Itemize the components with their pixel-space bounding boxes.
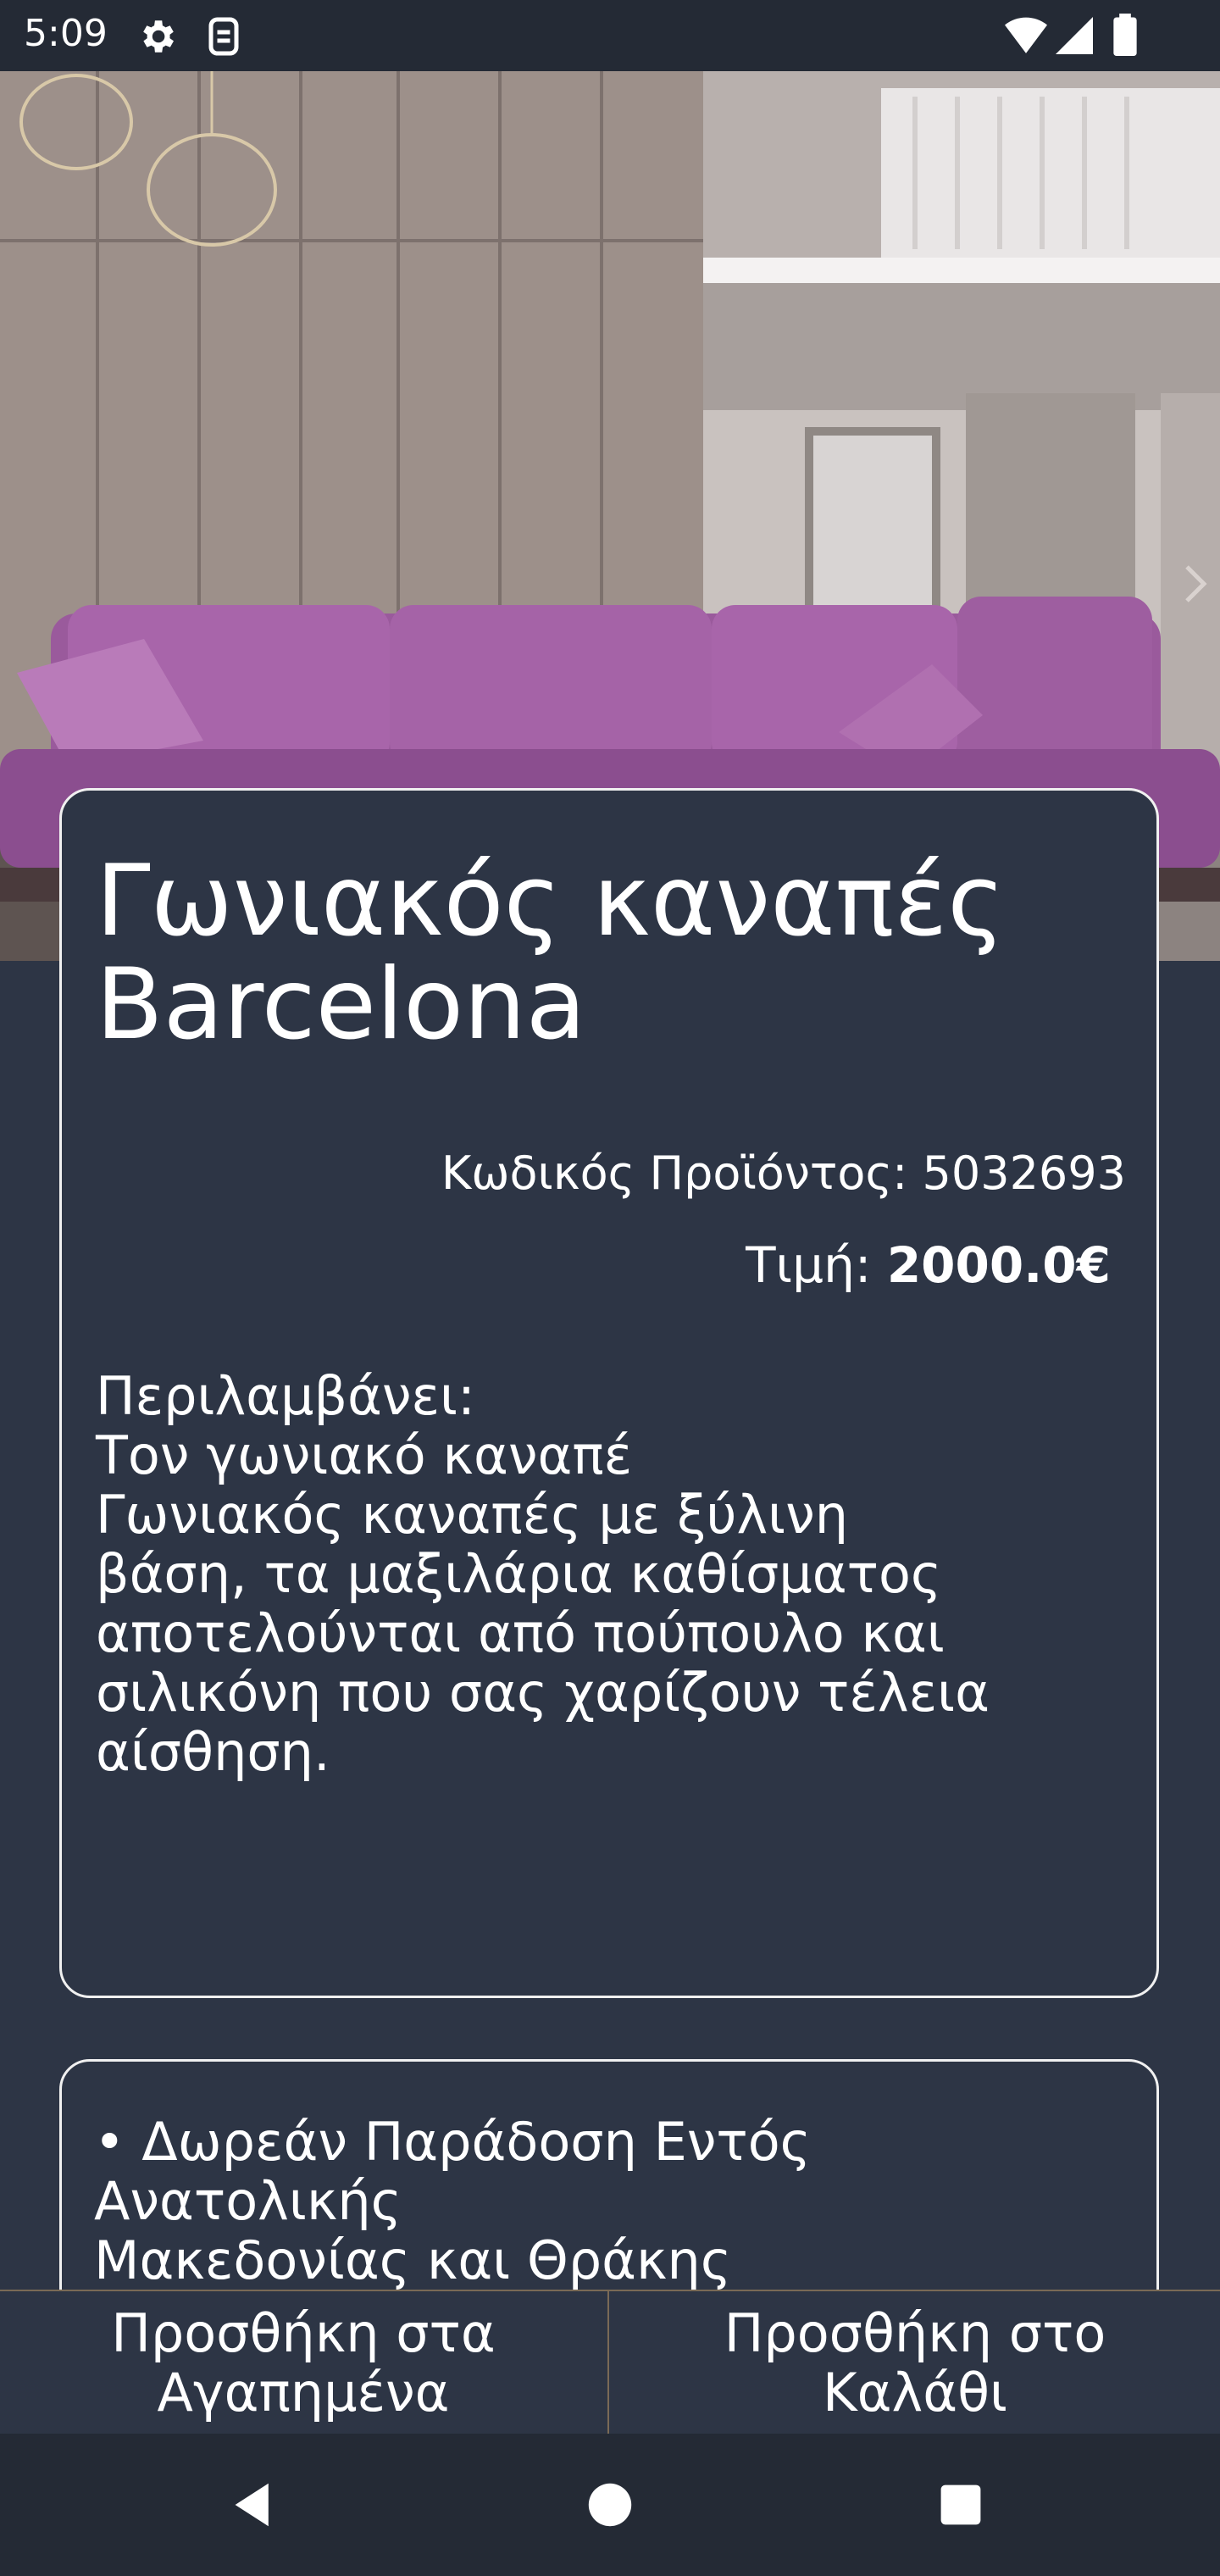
wifi-icon <box>1005 17 1047 53</box>
recent-apps-icon[interactable] <box>939 2483 983 2527</box>
product-title: Γωνιακός καναπές Barcelona <box>96 844 1006 1062</box>
action-divider <box>607 2291 609 2434</box>
add-to-favorites-button[interactable]: Προσθήκη στα Αγαπημένα <box>0 2291 607 2435</box>
battery-icon <box>1113 14 1137 56</box>
product-info-card: Γωνιακός καναπές Barcelona Κωδικός Προϊό… <box>59 788 1159 1998</box>
sim-icon <box>208 17 239 56</box>
status-bar: 5:09 <box>0 0 1220 71</box>
status-time: 5:09 <box>24 12 108 55</box>
home-icon[interactable] <box>586 2481 634 2529</box>
gear-icon <box>143 20 174 53</box>
delivery-text: • Δωρεάν Παράδοση Εντός Ανατολικής Μακεδ… <box>94 2111 812 2291</box>
product-code: Κωδικός Προϊόντος: 5032693 <box>441 1146 1126 1200</box>
chevron-right-icon[interactable] <box>1183 563 1208 605</box>
back-icon[interactable] <box>230 2481 278 2529</box>
product-description: Γωνιακός καναπές με ξύλινη βάση, τα μαξι… <box>96 1484 990 1783</box>
price-label: Τιμή: <box>746 1236 887 1294</box>
action-bar: Προσθήκη στα Αγαπημένα Προσθήκη στο Καλά… <box>0 2290 1220 2435</box>
product-price: Τιμή: 2000.0€ <box>746 1236 1111 1294</box>
product-includes: Περιλαμβάνει: Τον γωνιακό καναπέ <box>96 1365 633 1486</box>
system-nav-bar <box>0 2434 1220 2576</box>
signal-icon <box>1056 17 1093 54</box>
add-to-cart-button[interactable]: Προσθήκη στο Καλάθι <box>610 2291 1220 2435</box>
price-value: 2000.0€ <box>886 1236 1111 1294</box>
